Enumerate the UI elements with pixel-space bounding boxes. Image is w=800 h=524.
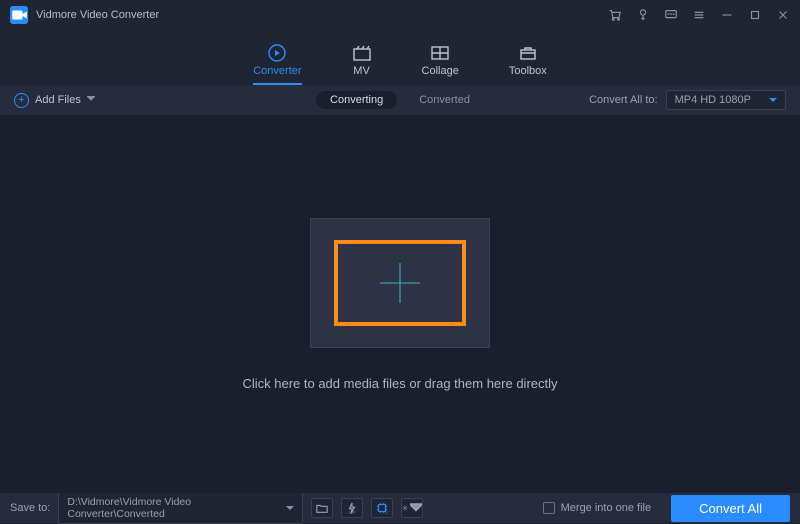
sub-toolbar: + Add Files Converting Converted Convert… xyxy=(0,85,800,115)
add-files-label: Add Files xyxy=(35,94,81,106)
gpu-accel-toggle[interactable]: ON xyxy=(371,498,393,518)
tab-label: Converter xyxy=(253,65,301,77)
tab-label: Collage xyxy=(422,65,459,77)
convert-all-button[interactable]: Convert All xyxy=(671,495,790,522)
svg-text:ON: ON xyxy=(386,511,389,514)
close-icon[interactable] xyxy=(776,8,790,22)
plus-circle-icon: + xyxy=(14,93,29,108)
convert-all-to-label: Convert All to: xyxy=(589,94,657,106)
main-nav: Converter MV Collage Toolbox xyxy=(0,30,800,85)
merge-label: Merge into one file xyxy=(561,502,652,514)
converter-icon xyxy=(267,45,287,61)
window-controls xyxy=(608,8,790,22)
chevron-down-icon xyxy=(87,96,95,104)
cart-icon[interactable] xyxy=(608,8,622,22)
settings-button[interactable] xyxy=(401,498,423,518)
add-files-button[interactable]: + Add Files xyxy=(14,93,95,108)
tab-toolbox[interactable]: Toolbox xyxy=(509,45,547,85)
app-logo-icon xyxy=(10,6,28,24)
titlebar: Vidmore Video Converter xyxy=(0,0,800,30)
tab-collage[interactable]: Collage xyxy=(422,45,459,85)
add-media-dropzone[interactable] xyxy=(310,218,490,348)
chevron-down-icon xyxy=(410,502,422,514)
toolbox-icon xyxy=(518,45,538,61)
save-to-label: Save to: xyxy=(10,502,50,514)
dropzone-hint: Click here to add media files or drag th… xyxy=(242,376,557,391)
maximize-icon[interactable] xyxy=(748,8,762,22)
tab-converted[interactable]: Converted xyxy=(405,91,484,109)
key-icon[interactable] xyxy=(636,8,650,22)
chevron-down-icon xyxy=(769,98,777,103)
dropzone-highlight xyxy=(334,240,466,326)
checkbox-icon xyxy=(543,502,555,514)
tab-converting[interactable]: Converting xyxy=(316,91,397,109)
app-title: Vidmore Video Converter xyxy=(36,9,159,21)
merge-checkbox[interactable]: Merge into one file xyxy=(543,502,652,514)
menu-icon[interactable] xyxy=(692,8,706,22)
main-area: Click here to add media files or drag th… xyxy=(0,115,800,493)
output-format-select[interactable]: MP4 HD 1080P xyxy=(666,90,786,110)
chevron-down-icon xyxy=(286,506,294,511)
high-speed-toggle[interactable]: OFF xyxy=(341,498,363,518)
format-value: MP4 HD 1080P xyxy=(675,94,751,106)
tab-label: MV xyxy=(353,65,370,77)
minimize-icon[interactable] xyxy=(720,8,734,22)
tab-converter[interactable]: Converter xyxy=(253,45,301,85)
collage-icon xyxy=(430,45,450,61)
plus-icon xyxy=(380,263,420,303)
tab-mv[interactable]: MV xyxy=(352,45,372,85)
mv-icon xyxy=(352,45,372,61)
open-folder-button[interactable] xyxy=(311,498,333,518)
save-path-select[interactable]: D:\Vidmore\Vidmore Video Converter\Conve… xyxy=(58,492,303,524)
save-path-value: D:\Vidmore\Vidmore Video Converter\Conve… xyxy=(67,496,286,520)
bottom-bar: Save to: D:\Vidmore\Vidmore Video Conver… xyxy=(0,493,800,523)
feedback-icon[interactable] xyxy=(664,8,678,22)
tab-label: Toolbox xyxy=(509,65,547,77)
svg-text:OFF: OFF xyxy=(349,511,356,514)
